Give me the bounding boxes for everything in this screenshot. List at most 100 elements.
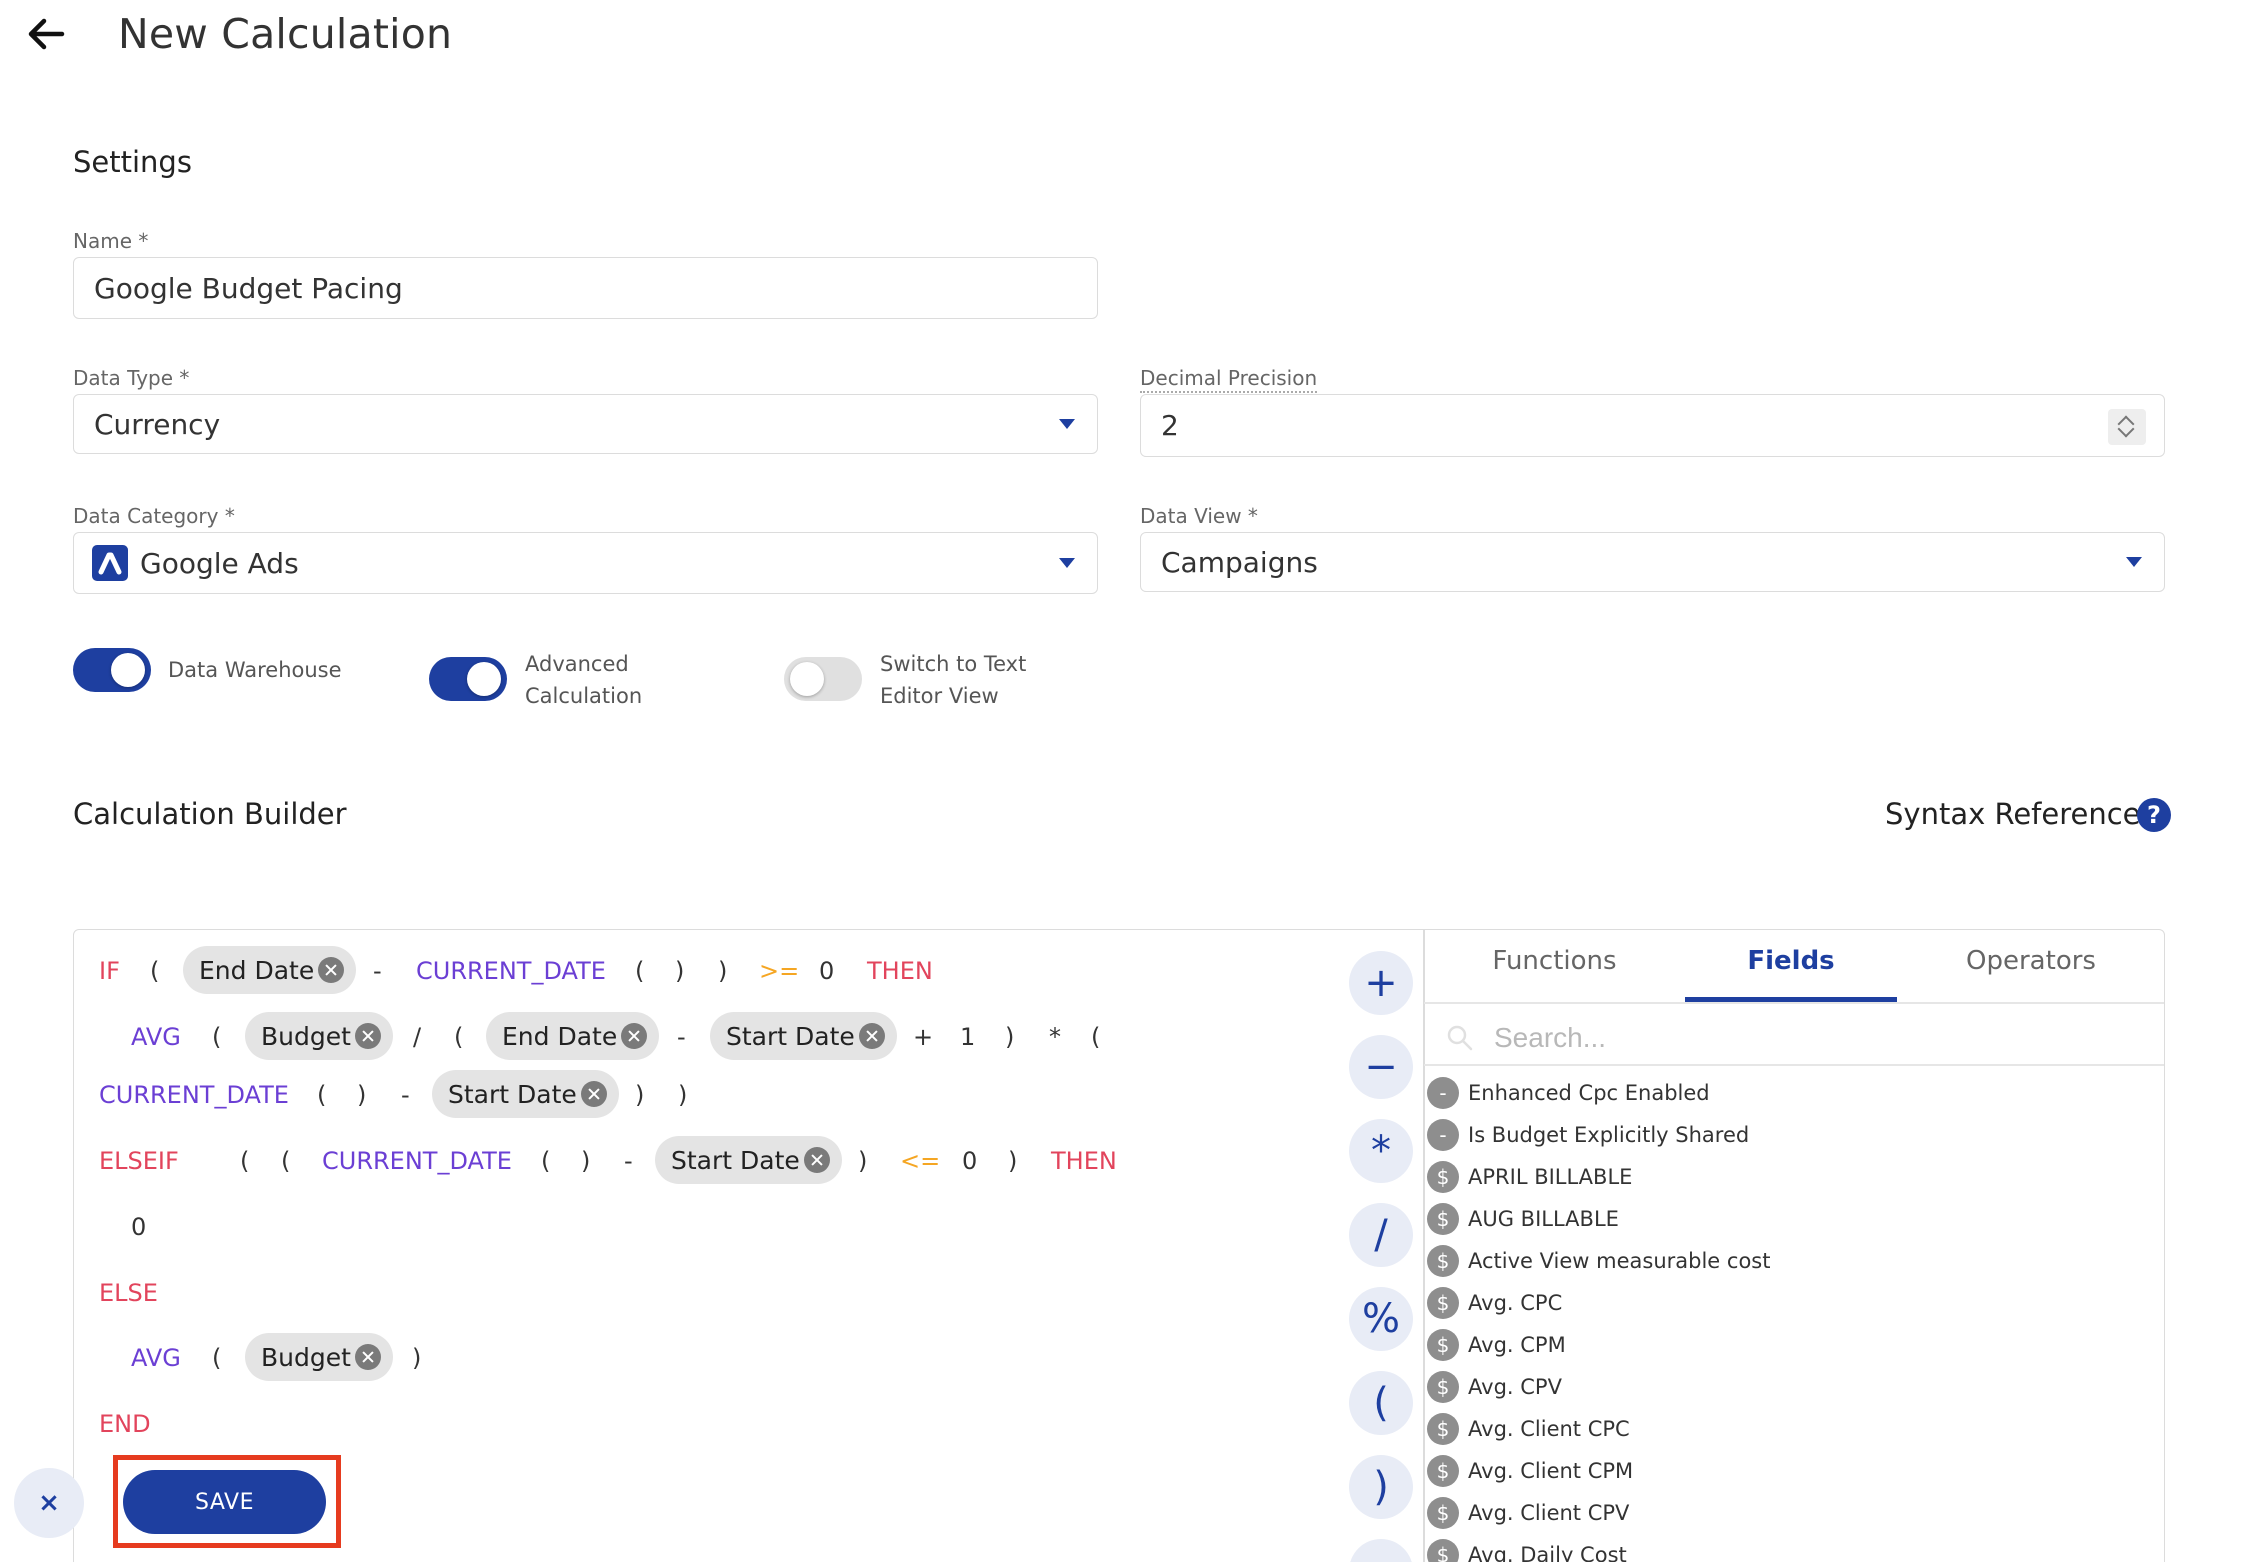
- token-multiply[interactable]: *: [1049, 1017, 1061, 1057]
- token-minus[interactable]: -: [373, 951, 382, 991]
- field-list-item[interactable]: - Enhanced Cpc Enabled: [1427, 1075, 1710, 1111]
- token-number[interactable]: 0: [962, 1141, 977, 1181]
- field-chip-start-date[interactable]: Start Date: [432, 1070, 619, 1118]
- field-list-item-label: Is Budget Explicitly Shared: [1468, 1123, 1750, 1147]
- token-number[interactable]: 0: [819, 951, 834, 991]
- field-list-item-label: Avg. Daily Cost: [1468, 1543, 1627, 1562]
- field-list-item[interactable]: $ APRIL BILLABLE: [1427, 1159, 1632, 1195]
- token-open-paren[interactable]: (: [635, 951, 644, 991]
- field-list-item[interactable]: $ Active View measurable cost: [1427, 1243, 1770, 1279]
- operator-gte[interactable]: >=: [759, 951, 799, 991]
- operator-minus-button[interactable]: −: [1349, 1035, 1413, 1099]
- function-current-date[interactable]: CURRENT_DATE: [322, 1141, 512, 1181]
- token-open-paren[interactable]: (: [541, 1141, 550, 1181]
- data-warehouse-toggle[interactable]: [73, 648, 151, 692]
- name-label: Name *: [73, 229, 149, 253]
- number-stepper-icon[interactable]: [2108, 409, 2146, 445]
- remove-chip-icon[interactable]: [318, 957, 345, 983]
- token-close-paren[interactable]: ): [1005, 1017, 1014, 1057]
- advanced-calculation-toggle[interactable]: [429, 657, 507, 701]
- token-close-paren[interactable]: ): [1008, 1141, 1017, 1181]
- token-close-paren[interactable]: ): [675, 951, 684, 991]
- name-field[interactable]: Google Budget Pacing: [73, 257, 1098, 319]
- token-close-paren[interactable]: ): [581, 1141, 590, 1181]
- token-open-paren[interactable]: (: [317, 1075, 326, 1115]
- field-list-item[interactable]: - Is Budget Explicitly Shared: [1427, 1117, 1749, 1153]
- operator-multiply-button[interactable]: *: [1349, 1119, 1413, 1183]
- remove-chip-icon[interactable]: [354, 1344, 381, 1370]
- tab-functions[interactable]: Functions: [1432, 946, 1677, 976]
- data-category-label: Data Category *: [73, 504, 235, 528]
- token-close-paren[interactable]: ): [412, 1338, 421, 1378]
- decimal-precision-value: 2: [1161, 409, 1179, 442]
- field-list-item[interactable]: $ Avg. CPM: [1427, 1327, 1566, 1363]
- operator-open-paren-button[interactable]: (: [1349, 1371, 1413, 1435]
- token-number[interactable]: 1: [960, 1017, 975, 1057]
- token-divide[interactable]: /: [413, 1017, 421, 1057]
- field-list-item[interactable]: $ Avg. Daily Cost: [1427, 1537, 1627, 1562]
- token-open-paren[interactable]: (: [1091, 1017, 1100, 1057]
- remove-chip-icon[interactable]: [803, 1147, 830, 1173]
- save-button[interactable]: SAVE: [123, 1470, 326, 1534]
- currency-icon: $: [1427, 1329, 1459, 1361]
- remove-chip-icon[interactable]: [354, 1023, 381, 1049]
- token-open-paren[interactable]: (: [454, 1017, 463, 1057]
- syntax-reference-link[interactable]: Syntax Reference: [1885, 797, 2141, 831]
- remove-chip-icon[interactable]: [858, 1023, 885, 1049]
- data-category-value: Google Ads: [140, 546, 299, 580]
- field-list-item[interactable]: $ Avg. Client CPC: [1427, 1411, 1630, 1447]
- field-chip-budget[interactable]: Budget: [245, 1012, 393, 1060]
- function-avg[interactable]: AVG: [131, 1017, 181, 1057]
- function-current-date[interactable]: CURRENT_DATE: [416, 951, 606, 991]
- token-open-paren[interactable]: (: [240, 1141, 249, 1181]
- cancel-button[interactable]: ×: [14, 1468, 84, 1538]
- operator-percent-button[interactable]: %: [1349, 1287, 1413, 1351]
- operator-close-paren-button[interactable]: ): [1349, 1455, 1413, 1519]
- token-close-paren[interactable]: ): [357, 1075, 366, 1115]
- remove-chip-icon[interactable]: [621, 1023, 648, 1049]
- token-close-paren[interactable]: ): [678, 1075, 687, 1115]
- field-search-input[interactable]: [1494, 1016, 2094, 1060]
- token-number[interactable]: 0: [131, 1207, 146, 1247]
- function-avg[interactable]: AVG: [131, 1338, 181, 1378]
- field-list-item[interactable]: $ Avg. Client CPV: [1427, 1495, 1629, 1531]
- field-chip-end-date[interactable]: End Date: [183, 946, 357, 994]
- function-current-date[interactable]: CURRENT_DATE: [99, 1075, 289, 1115]
- tab-fields[interactable]: Fields: [1685, 946, 1897, 976]
- field-list-item[interactable]: $ Avg. Client CPM: [1427, 1453, 1633, 1489]
- field-list-item-label: Avg. Client CPC: [1468, 1417, 1630, 1441]
- field-chip-end-date[interactable]: End Date: [486, 1012, 660, 1060]
- token-open-paren[interactable]: (: [212, 1017, 221, 1057]
- data-category-select[interactable]: Google Ads: [73, 532, 1098, 594]
- data-type-select[interactable]: Currency: [73, 394, 1098, 454]
- operator-lte[interactable]: <=: [900, 1141, 940, 1181]
- token-open-paren[interactable]: (: [150, 951, 159, 991]
- remove-chip-icon[interactable]: [580, 1081, 607, 1107]
- decimal-precision-input[interactable]: 2: [1140, 394, 2165, 457]
- panel-divider: [1423, 930, 1425, 1562]
- field-list-item[interactable]: $ AUG BILLABLE: [1427, 1201, 1619, 1237]
- data-view-select[interactable]: Campaigns: [1140, 532, 2165, 592]
- operator-divide-button[interactable]: /: [1349, 1203, 1413, 1267]
- field-list-item[interactable]: $ Avg. CPC: [1427, 1285, 1562, 1321]
- field-list-item-label: Active View measurable cost: [1468, 1249, 1771, 1273]
- keyword-elseif: ELSEIF: [99, 1147, 179, 1175]
- token-minus[interactable]: -: [677, 1017, 686, 1057]
- token-minus[interactable]: -: [401, 1075, 410, 1115]
- field-chip-start-date[interactable]: Start Date: [710, 1012, 897, 1060]
- token-open-paren[interactable]: (: [281, 1141, 290, 1181]
- token-close-paren[interactable]: ): [635, 1075, 644, 1115]
- operator-plus-button[interactable]: +: [1349, 951, 1413, 1015]
- field-chip-start-date[interactable]: Start Date: [655, 1136, 842, 1184]
- help-icon[interactable]: ?: [2137, 798, 2171, 832]
- back-arrow-icon[interactable]: [22, 10, 70, 58]
- token-minus[interactable]: -: [624, 1141, 633, 1181]
- text-editor-toggle[interactable]: [784, 657, 862, 701]
- token-open-paren[interactable]: (: [212, 1338, 221, 1378]
- token-plus[interactable]: +: [913, 1017, 933, 1057]
- token-close-paren[interactable]: ): [718, 951, 727, 991]
- field-list-item[interactable]: $ Avg. CPV: [1427, 1369, 1562, 1405]
- token-close-paren[interactable]: ): [858, 1141, 867, 1181]
- field-chip-budget[interactable]: Budget: [245, 1333, 393, 1381]
- tab-operators[interactable]: Operators: [1906, 946, 2156, 976]
